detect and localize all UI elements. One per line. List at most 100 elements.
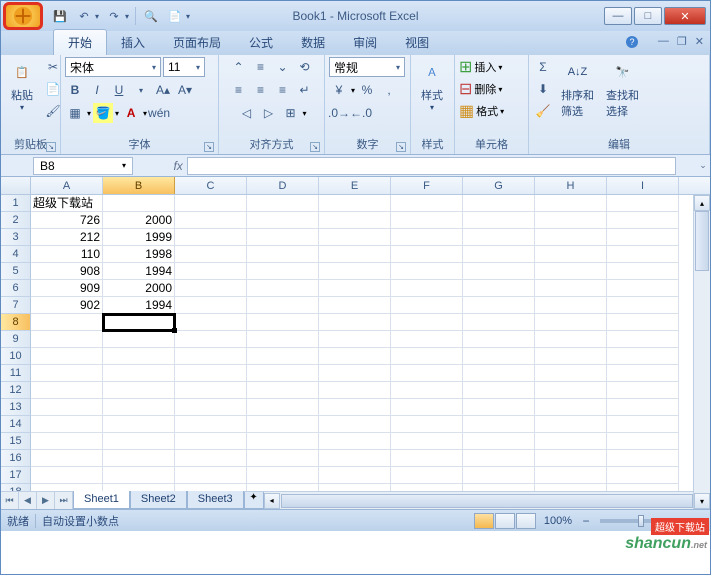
cell[interactable]: [247, 450, 319, 467]
cell[interactable]: [607, 416, 679, 433]
row-header[interactable]: 7: [1, 297, 31, 314]
cell[interactable]: [319, 382, 391, 399]
cell[interactable]: [391, 433, 463, 450]
cell[interactable]: [535, 382, 607, 399]
cell[interactable]: [319, 314, 391, 331]
cell[interactable]: [463, 382, 535, 399]
minimize-button[interactable]: —: [604, 7, 632, 25]
cell[interactable]: [607, 246, 679, 263]
orientation-icon[interactable]: ⟲: [295, 57, 315, 77]
cell[interactable]: [607, 212, 679, 229]
insert-sheet-button[interactable]: ✦: [244, 492, 264, 509]
cell[interactable]: [391, 263, 463, 280]
cell[interactable]: [31, 314, 103, 331]
cell[interactable]: [319, 229, 391, 246]
cell[interactable]: [31, 399, 103, 416]
row-header[interactable]: 18: [1, 484, 31, 491]
cell[interactable]: [463, 280, 535, 297]
office-button[interactable]: [3, 2, 43, 30]
qat-customize-icon[interactable]: ▾: [186, 12, 190, 21]
wrap-text-icon[interactable]: ↵: [295, 80, 315, 100]
align-launcher[interactable]: ↘: [310, 142, 320, 152]
cell[interactable]: [247, 399, 319, 416]
cell[interactable]: 902: [31, 297, 103, 314]
row-header[interactable]: 12: [1, 382, 31, 399]
format-cells-button[interactable]: ▦格式▾: [459, 101, 504, 121]
cell[interactable]: [319, 263, 391, 280]
column-header-F[interactable]: F: [391, 177, 463, 194]
cell[interactable]: [391, 195, 463, 212]
mdi-close-icon[interactable]: ✕: [695, 35, 704, 48]
tab-home[interactable]: 开始: [53, 29, 107, 55]
cell[interactable]: [175, 467, 247, 484]
mdi-restore-icon[interactable]: ❐: [677, 35, 687, 48]
cell[interactable]: [247, 365, 319, 382]
cut-icon[interactable]: ✂: [43, 57, 63, 77]
cell[interactable]: [175, 297, 247, 314]
cell[interactable]: [391, 314, 463, 331]
formula-input[interactable]: [187, 157, 676, 175]
italic-button[interactable]: I: [87, 80, 107, 100]
cell[interactable]: [319, 484, 391, 491]
align-left-icon[interactable]: ≡: [229, 80, 249, 100]
name-box[interactable]: B8▾: [33, 157, 133, 175]
cell[interactable]: [247, 229, 319, 246]
sheet-tab-3[interactable]: Sheet3: [187, 491, 244, 509]
column-header-H[interactable]: H: [535, 177, 607, 194]
cell[interactable]: [103, 314, 175, 331]
fx-icon[interactable]: fx: [173, 159, 182, 173]
row-header[interactable]: 5: [1, 263, 31, 280]
cell[interactable]: [31, 484, 103, 491]
cell[interactable]: [103, 484, 175, 491]
cell[interactable]: [391, 416, 463, 433]
tab-review[interactable]: 审阅: [339, 30, 391, 55]
cell[interactable]: [103, 382, 175, 399]
cell[interactable]: [247, 246, 319, 263]
cell[interactable]: [391, 280, 463, 297]
mdi-minimize-icon[interactable]: —: [658, 35, 669, 48]
cell[interactable]: [535, 399, 607, 416]
increase-decimal-icon[interactable]: .0→: [329, 103, 349, 123]
cell[interactable]: [103, 450, 175, 467]
cell[interactable]: [535, 263, 607, 280]
cell[interactable]: [103, 195, 175, 212]
cell[interactable]: [463, 433, 535, 450]
cell[interactable]: [607, 280, 679, 297]
sheet-nav-prev[interactable]: ◀: [19, 492, 37, 509]
qat-custom1-icon[interactable]: 🔍: [142, 7, 160, 25]
sheet-tab-2[interactable]: Sheet2: [130, 491, 187, 509]
cell[interactable]: [247, 382, 319, 399]
cell[interactable]: 2000: [103, 280, 175, 297]
cell[interactable]: [463, 416, 535, 433]
decrease-decimal-icon[interactable]: ←.0: [351, 103, 371, 123]
cell[interactable]: 2000: [103, 212, 175, 229]
cell[interactable]: [535, 246, 607, 263]
font-launcher[interactable]: ↘: [204, 142, 214, 152]
page-layout-view-button[interactable]: [495, 513, 515, 529]
cell[interactable]: 1994: [103, 263, 175, 280]
row-header[interactable]: 11: [1, 365, 31, 382]
cell[interactable]: [247, 314, 319, 331]
cell[interactable]: [103, 416, 175, 433]
clipboard-launcher[interactable]: ↘: [46, 142, 56, 152]
number-launcher[interactable]: ↘: [396, 142, 406, 152]
shrink-font-icon[interactable]: A▾: [175, 80, 195, 100]
cell[interactable]: [31, 348, 103, 365]
cell[interactable]: [535, 365, 607, 382]
cell[interactable]: [319, 467, 391, 484]
page-break-view-button[interactable]: [516, 513, 536, 529]
format-painter-icon[interactable]: 🖌: [43, 101, 63, 121]
cell[interactable]: [247, 297, 319, 314]
cell[interactable]: [463, 467, 535, 484]
cell[interactable]: [535, 297, 607, 314]
cell[interactable]: [535, 484, 607, 491]
cell[interactable]: [175, 280, 247, 297]
row-header[interactable]: 3: [1, 229, 31, 246]
row-header[interactable]: 16: [1, 450, 31, 467]
row-header[interactable]: 2: [1, 212, 31, 229]
cell[interactable]: [391, 467, 463, 484]
row-header[interactable]: 6: [1, 280, 31, 297]
sheet-nav-next[interactable]: ▶: [37, 492, 55, 509]
cell[interactable]: [175, 229, 247, 246]
cell[interactable]: [175, 246, 247, 263]
